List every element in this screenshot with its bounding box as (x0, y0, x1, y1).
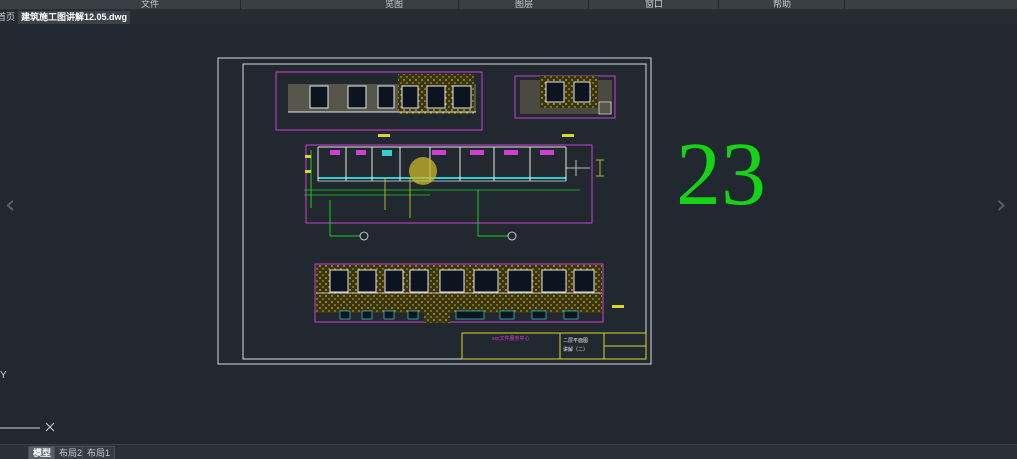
title-block-title: 二层平面图 (563, 338, 589, 344)
overlay-number: 23 (676, 125, 766, 224)
elevation-top-right (514, 75, 616, 119)
title-block (461, 332, 647, 360)
title-block-org: xxx文件服务中心 (492, 336, 530, 342)
elevation-bottom (314, 263, 624, 323)
next-page-arrow[interactable]: › (996, 190, 1006, 220)
document-tab-bar: 首页 建筑施工图讲解12.05.dwg (0, 10, 1017, 24)
tab-document[interactable]: 建筑施工图讲解12.05.dwg (18, 11, 131, 24)
tab-home[interactable]: 首页 (0, 11, 18, 24)
ucs-icon (0, 422, 55, 432)
elevation-top-left (275, 71, 483, 131)
menu-view[interactable]: 览图 (330, 0, 459, 9)
cad-drawing (217, 57, 652, 365)
drawing-canvas[interactable]: xxx文件服务中心 二层平面图 讲解（二） 23 Y (0, 24, 1017, 444)
prev-page-arrow[interactable]: ‹ (5, 190, 15, 220)
menu-file[interactable]: 文件 (60, 0, 241, 9)
menu-window[interactable]: 窗口 (590, 0, 719, 9)
tab-layout1[interactable]: 布局1 (82, 446, 116, 459)
menu-bar: 文件 览图 图层 窗口 帮助 (0, 0, 1017, 10)
menu-help[interactable]: 帮助 (720, 0, 845, 9)
title-block-subtitle: 讲解（二） (563, 347, 589, 353)
layout-tab-bar: 模型 布局2 布局1 (0, 444, 1017, 459)
tab-model[interactable]: 模型 (28, 446, 57, 459)
floor-plan (304, 134, 604, 241)
y-axis-label: Y (0, 370, 7, 381)
menu-layers[interactable]: 图层 (460, 0, 589, 9)
